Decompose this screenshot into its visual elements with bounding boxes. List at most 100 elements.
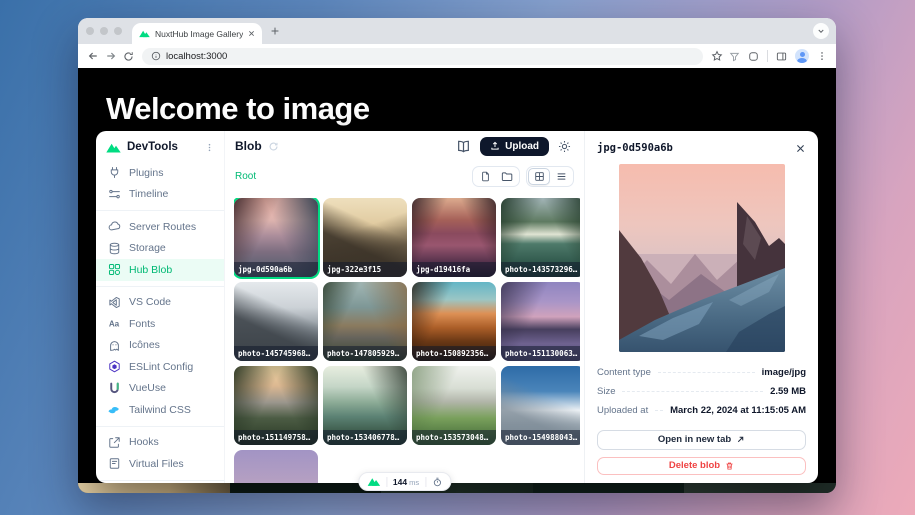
sidebar-item-server-routes[interactable]: Server Routes (96, 216, 224, 238)
blob-thumbnail-photo-151149758[interactable]: photo-151149758… (234, 366, 318, 445)
blob-thumbnail[interactable] (234, 450, 318, 483)
blob-thumbnail-label: photo-147805929… (323, 346, 407, 361)
metadata-leader (622, 391, 763, 392)
site-info-icon[interactable] (151, 51, 161, 61)
bookmark-star-icon[interactable] (711, 50, 723, 62)
blob-metadata: Content type image/jpg Size 2.59 MB Uplo… (597, 363, 806, 420)
blob-thumbnail-jpg-322e3f15[interactable]: jpg-322e3f15 (323, 198, 407, 277)
page-image-tile (533, 483, 685, 493)
devtools-status-pill[interactable]: 144ms (358, 472, 451, 491)
window-controls[interactable] (86, 27, 122, 35)
docs-book-icon[interactable] (456, 140, 471, 153)
sidebar-item-hub-blob[interactable]: Hub Blob (96, 259, 224, 281)
blob-thumbnail-photo-153406778[interactable]: photo-153406778… (323, 366, 407, 445)
back-icon[interactable] (87, 50, 99, 62)
devtools-header: DevTools (96, 138, 224, 162)
refresh-icon[interactable] (268, 141, 279, 152)
window-maximize-button[interactable] (114, 27, 122, 35)
new-folder-icon[interactable] (496, 168, 518, 185)
hooks-icon (108, 436, 121, 449)
browser-toolbar: localhost:3000 (78, 44, 836, 68)
toolbar-right-icons (729, 49, 827, 63)
blob-thumbnail-label: photo-150892356… (412, 346, 496, 361)
metadata-value: image/jpg (762, 367, 806, 378)
browser-menu-icon[interactable] (817, 51, 827, 61)
sidebar-item-vs-code[interactable]: VS Code (96, 292, 224, 314)
blob-thumbnail-jpg-0d590a6b[interactable]: jpg-0d590a6b (234, 198, 318, 277)
sidebar-item-hooks[interactable]: Hooks (96, 432, 224, 454)
new-tab-button[interactable] (270, 26, 280, 36)
status-divider (425, 477, 426, 487)
window-minimize-button[interactable] (100, 27, 108, 35)
delete-blob-button[interactable]: Delete blob (597, 457, 806, 475)
blob-thumbnail-label: jpg-322e3f15 (323, 262, 407, 277)
sidebar-item-label: Tailwind CSS (129, 404, 191, 416)
close-icon[interactable] (795, 143, 806, 154)
devtools-panel: DevTools Plugins Timeline Server Routes (96, 131, 818, 483)
breadcrumb[interactable]: Root (235, 171, 256, 182)
url-bar[interactable]: localhost:3000 (142, 48, 703, 65)
sidebar-item-storage[interactable]: Storage (96, 238, 224, 260)
new-item-group (472, 166, 520, 187)
blob-thumbnail-jpg-d19416fa[interactable]: jpg-d19416fa (412, 198, 496, 277)
tabstrip-chevron-down-icon[interactable] (813, 23, 829, 39)
upload-button[interactable]: Upload (480, 137, 549, 156)
nuxthub-favicon (139, 28, 150, 39)
cloud-icon (108, 220, 121, 233)
metadata-label: Size (597, 386, 615, 397)
grid-view-icon[interactable] (528, 168, 550, 185)
sidebar-item-eslint-config[interactable]: ESLint Config (96, 356, 224, 378)
new-file-icon[interactable] (474, 168, 496, 185)
sidebar-item-label: Fonts (129, 318, 155, 330)
blob-thumbnail-label: jpg-d19416fa (412, 262, 496, 277)
timer-icon[interactable] (432, 477, 442, 487)
blob-preview-image (619, 164, 785, 352)
devtools-menu-icon[interactable] (205, 143, 214, 152)
blob-thumbnail-photo-154988043[interactable]: photo-154988043… (501, 366, 580, 445)
sidebar-item-fonts[interactable]: Aa Fonts (96, 313, 224, 335)
metadata-row-content-type: Content type image/jpg (597, 363, 806, 382)
tab-close-icon[interactable] (248, 30, 255, 37)
blob-thumbnail-photo-150892356[interactable]: photo-150892356… (412, 282, 496, 361)
forward-icon[interactable] (105, 50, 117, 62)
tailwind-icon (108, 403, 121, 416)
blob-grid: jpg-0d590a6b jpg-322e3f15 jpg-d19416fa p… (234, 198, 580, 483)
sidebar-item-ic-nes[interactable]: Icônes (96, 335, 224, 357)
sidebar-item-virtual-files[interactable]: Virtual Files (96, 453, 224, 475)
extensions-icon[interactable] (748, 51, 759, 62)
metadata-label: Uploaded at (597, 405, 648, 416)
browser-tab[interactable]: NuxtHub Image Gallery Start (132, 23, 262, 44)
blob-thumbnail-photo-147805929[interactable]: photo-147805929… (323, 282, 407, 361)
reload-icon[interactable] (123, 51, 134, 62)
sidebar-item-timeline[interactable]: Timeline (96, 184, 224, 206)
nuxt-logo-icon (106, 142, 121, 153)
blob-toolbar: Root (225, 164, 584, 188)
filter-icon[interactable] (729, 51, 740, 62)
sidebar-divider (96, 426, 224, 427)
sidebar-item-label: VS Code (129, 296, 171, 308)
trash-icon (725, 461, 734, 471)
blob-header: Blob Upload (225, 131, 584, 161)
blob-thumbnail-photo-151130063[interactable]: photo-151130063… (501, 282, 580, 361)
external-link-icon (736, 435, 745, 444)
url-text[interactable]: localhost:3000 (166, 51, 227, 62)
open-in-new-tab-button[interactable]: Open in new tab (597, 430, 806, 449)
eslint-icon (108, 360, 121, 373)
blob-thumbnail-photo-145745968[interactable]: photo-145745968… (234, 282, 318, 361)
svg-text:Aa: Aa (109, 320, 120, 329)
profile-avatar[interactable] (795, 49, 809, 63)
side-panel-icon[interactable] (776, 51, 787, 62)
theme-sun-icon[interactable] (558, 140, 571, 153)
page-image-tile (684, 483, 836, 493)
database-icon (108, 242, 121, 255)
window-close-button[interactable] (86, 27, 94, 35)
blob-thumbnail-photo-143573296[interactable]: photo-143573296… (501, 198, 580, 277)
sidebar-divider (96, 286, 224, 287)
blob-thumbnail-photo-153573048[interactable]: photo-153573048… (412, 366, 496, 445)
blob-thumbnail-label: photo-153406778… (323, 430, 407, 445)
sidebar-list: Plugins Timeline Server Routes Storage H… (96, 162, 224, 483)
list-view-icon[interactable] (550, 168, 572, 185)
sidebar-item-tailwind-css[interactable]: Tailwind CSS (96, 399, 224, 421)
sidebar-item-vueuse[interactable]: VueUse (96, 378, 224, 400)
sidebar-item-plugins[interactable]: Plugins (96, 162, 224, 184)
